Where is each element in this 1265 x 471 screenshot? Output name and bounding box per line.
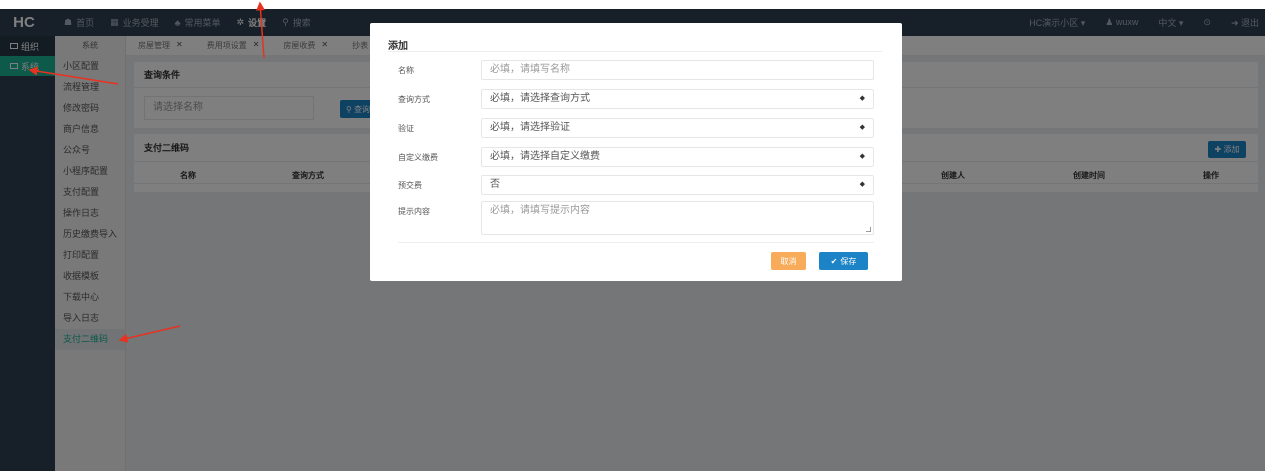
select-value: 否 [490,179,500,190]
divider [388,51,882,52]
select-value: 必填，请选择验证 [490,122,570,133]
save-button[interactable]: ✔ 保存 [819,252,868,270]
select-caret-icon: ◆ [859,153,865,160]
browser-bookmark-strip [0,0,1265,9]
form-row-name: 名称 必填，请填写名称 [398,60,874,80]
cancel-button[interactable]: 取消 [771,252,806,270]
form-row-prepay: 预交费 否 ◆ [398,175,874,195]
form-row-custom-fee: 自定义缴费 必填，请选择自定义缴费 ◆ [398,147,874,167]
textarea-placeholder: 必填，请填写提示内容 [490,205,590,216]
select-caret-icon: ◆ [859,124,865,131]
add-qrcode-modal: 添加 名称 必填，请填写名称 查询方式 必填，请选择查询方式 ◆ 验证 必填，请… [370,23,902,281]
save-button-label: 保存 [840,256,857,266]
tip-textarea[interactable]: 必填，请填写提示内容 [481,201,874,235]
field-label: 查询方式 [398,95,430,104]
field-label: 预交费 [398,181,422,190]
verify-select[interactable]: 必填，请选择验证 ◆ [481,118,874,138]
form-row-query-type: 查询方式 必填，请选择查询方式 ◆ [398,89,874,109]
query-type-select[interactable]: 必填，请选择查询方式 ◆ [481,89,874,109]
form-row-verify: 验证 必填，请选择验证 ◆ [398,118,874,138]
check-icon: ✔ [830,256,838,266]
name-input[interactable]: 必填，请填写名称 [481,60,874,80]
select-value: 必填，请选择查询方式 [490,93,590,104]
select-caret-icon: ◆ [859,95,865,102]
modal-title: 添加 [388,41,408,52]
select-value: 必填，请选择自定义缴费 [490,151,600,162]
field-label: 自定义缴费 [398,153,438,162]
resize-handle-icon[interactable] [866,227,871,232]
field-label: 提示内容 [398,207,430,216]
select-caret-icon: ◆ [859,181,865,188]
custom-fee-select[interactable]: 必填，请选择自定义缴费 ◆ [481,147,874,167]
field-label: 验证 [398,124,414,133]
field-label: 名称 [398,66,414,75]
prepay-select[interactable]: 否 ◆ [481,175,874,195]
divider [398,242,874,243]
form-row-tip: 提示内容 必填，请填写提示内容 [398,201,874,235]
